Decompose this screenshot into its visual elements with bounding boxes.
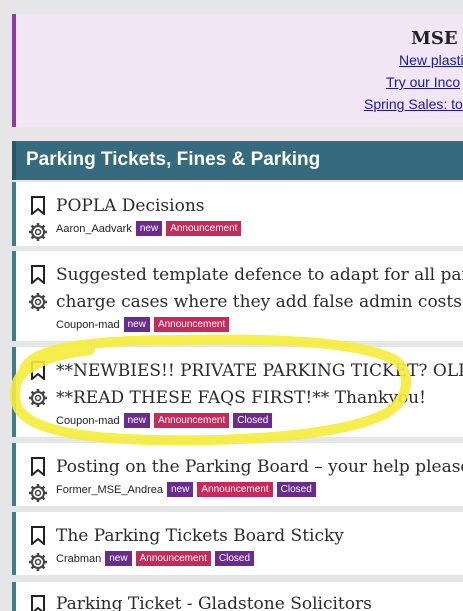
badge-new: new	[135, 221, 163, 237]
thread-row[interactable]: Posting on the Parking Board – your help…	[12, 443, 463, 506]
thread-title[interactable]: Posting on the Parking Board – your help…	[56, 457, 463, 477]
thread-title-line-2[interactable]: charge cases where they add false admin …	[56, 292, 462, 312]
bookmark-icon[interactable]	[30, 595, 46, 611]
badge-announcement: Announcement	[166, 221, 242, 237]
thread-title-line-1[interactable]: **NEWBIES!! PRIVATE PARKING TICKET? OLD …	[56, 361, 463, 381]
badge-announcement: Announcement	[135, 551, 211, 567]
thread-row[interactable]: POPLA Decisions Aaron_Aadvark new Announce…	[12, 182, 463, 246]
promo-banner: MSE H New plastic # Try our Inco Spring …	[12, 14, 463, 127]
thread-row[interactable]: Parking Ticket - Gladstone Solicitors	[12, 582, 463, 611]
thread-meta: Coupon-mad new Announcement Closed	[56, 412, 276, 429]
bookmark-icon[interactable]	[30, 526, 46, 545]
thread-meta: Coupon-mad new Announcement	[56, 316, 233, 333]
board-header: Parking Tickets, Fines & Parking	[12, 141, 463, 180]
gear-icon[interactable]	[28, 483, 48, 503]
thread-author[interactable]: Coupon-mad	[56, 319, 120, 331]
bookmark-icon[interactable]	[30, 265, 46, 284]
board-title[interactable]: Parking Tickets, Fines & Parking	[26, 149, 320, 171]
thread-title-line-1[interactable]: Suggested template defence to adapt for …	[56, 265, 463, 285]
bookmark-icon[interactable]	[30, 196, 46, 215]
thread-row[interactable]: **NEWBIES!! PRIVATE PARKING TICKET? OLD …	[12, 347, 463, 437]
bookmark-icon[interactable]	[30, 361, 46, 380]
thread-meta: Crabman new Announcement Closed	[56, 550, 258, 567]
badge-new: new	[105, 551, 132, 567]
badge-new: new	[167, 482, 194, 498]
gear-icon[interactable]	[28, 222, 48, 242]
badge-announcement: Announcement	[153, 317, 230, 333]
thread-title[interactable]: The Parking Tickets Board Sticky	[56, 526, 344, 546]
banner-link-spring-sales[interactable]: Spring Sales: to	[364, 96, 463, 112]
gear-icon[interactable]	[28, 388, 48, 408]
badge-new: new	[123, 317, 150, 333]
thread-author[interactable]: Crabman	[56, 553, 101, 565]
badge-closed: Closed	[276, 482, 316, 498]
banner-link-plastic[interactable]: New plastic #	[399, 52, 463, 68]
thread-title-line-2[interactable]: **READ THESE FAQS FIRST!** Thankyou!	[56, 388, 426, 408]
badge-new: new	[123, 413, 150, 429]
bookmark-icon[interactable]	[30, 457, 46, 476]
banner-title: MSE H	[411, 28, 463, 49]
banner-link-try-our[interactable]: Try our Inco	[386, 74, 460, 90]
thread-author[interactable]: Coupon-mad	[56, 415, 120, 427]
thread-meta: Former_MSE_Andrea new Announcement Closed	[56, 481, 320, 498]
badge-closed: Closed	[214, 551, 255, 567]
thread-title[interactable]: Parking Ticket - Gladstone Solicitors	[56, 594, 372, 611]
badge-announcement: Announcement	[197, 482, 273, 498]
gear-icon[interactable]	[28, 552, 48, 572]
thread-row[interactable]: Suggested template defence to adapt for …	[12, 251, 463, 341]
thread-author[interactable]: Aaron_Aadvark	[56, 223, 132, 235]
badge-announcement: Announcement	[153, 413, 230, 429]
badge-closed: Closed	[233, 413, 273, 429]
thread-row[interactable]: The Parking Tickets Board Sticky Crabman…	[12, 512, 463, 575]
thread-title[interactable]: POPLA Decisions	[56, 196, 205, 216]
thread-meta: Aaron_Aadvark new Announcement	[56, 220, 245, 237]
thread-author[interactable]: Former_MSE_Andrea	[56, 484, 163, 496]
gear-icon[interactable]	[28, 292, 48, 312]
